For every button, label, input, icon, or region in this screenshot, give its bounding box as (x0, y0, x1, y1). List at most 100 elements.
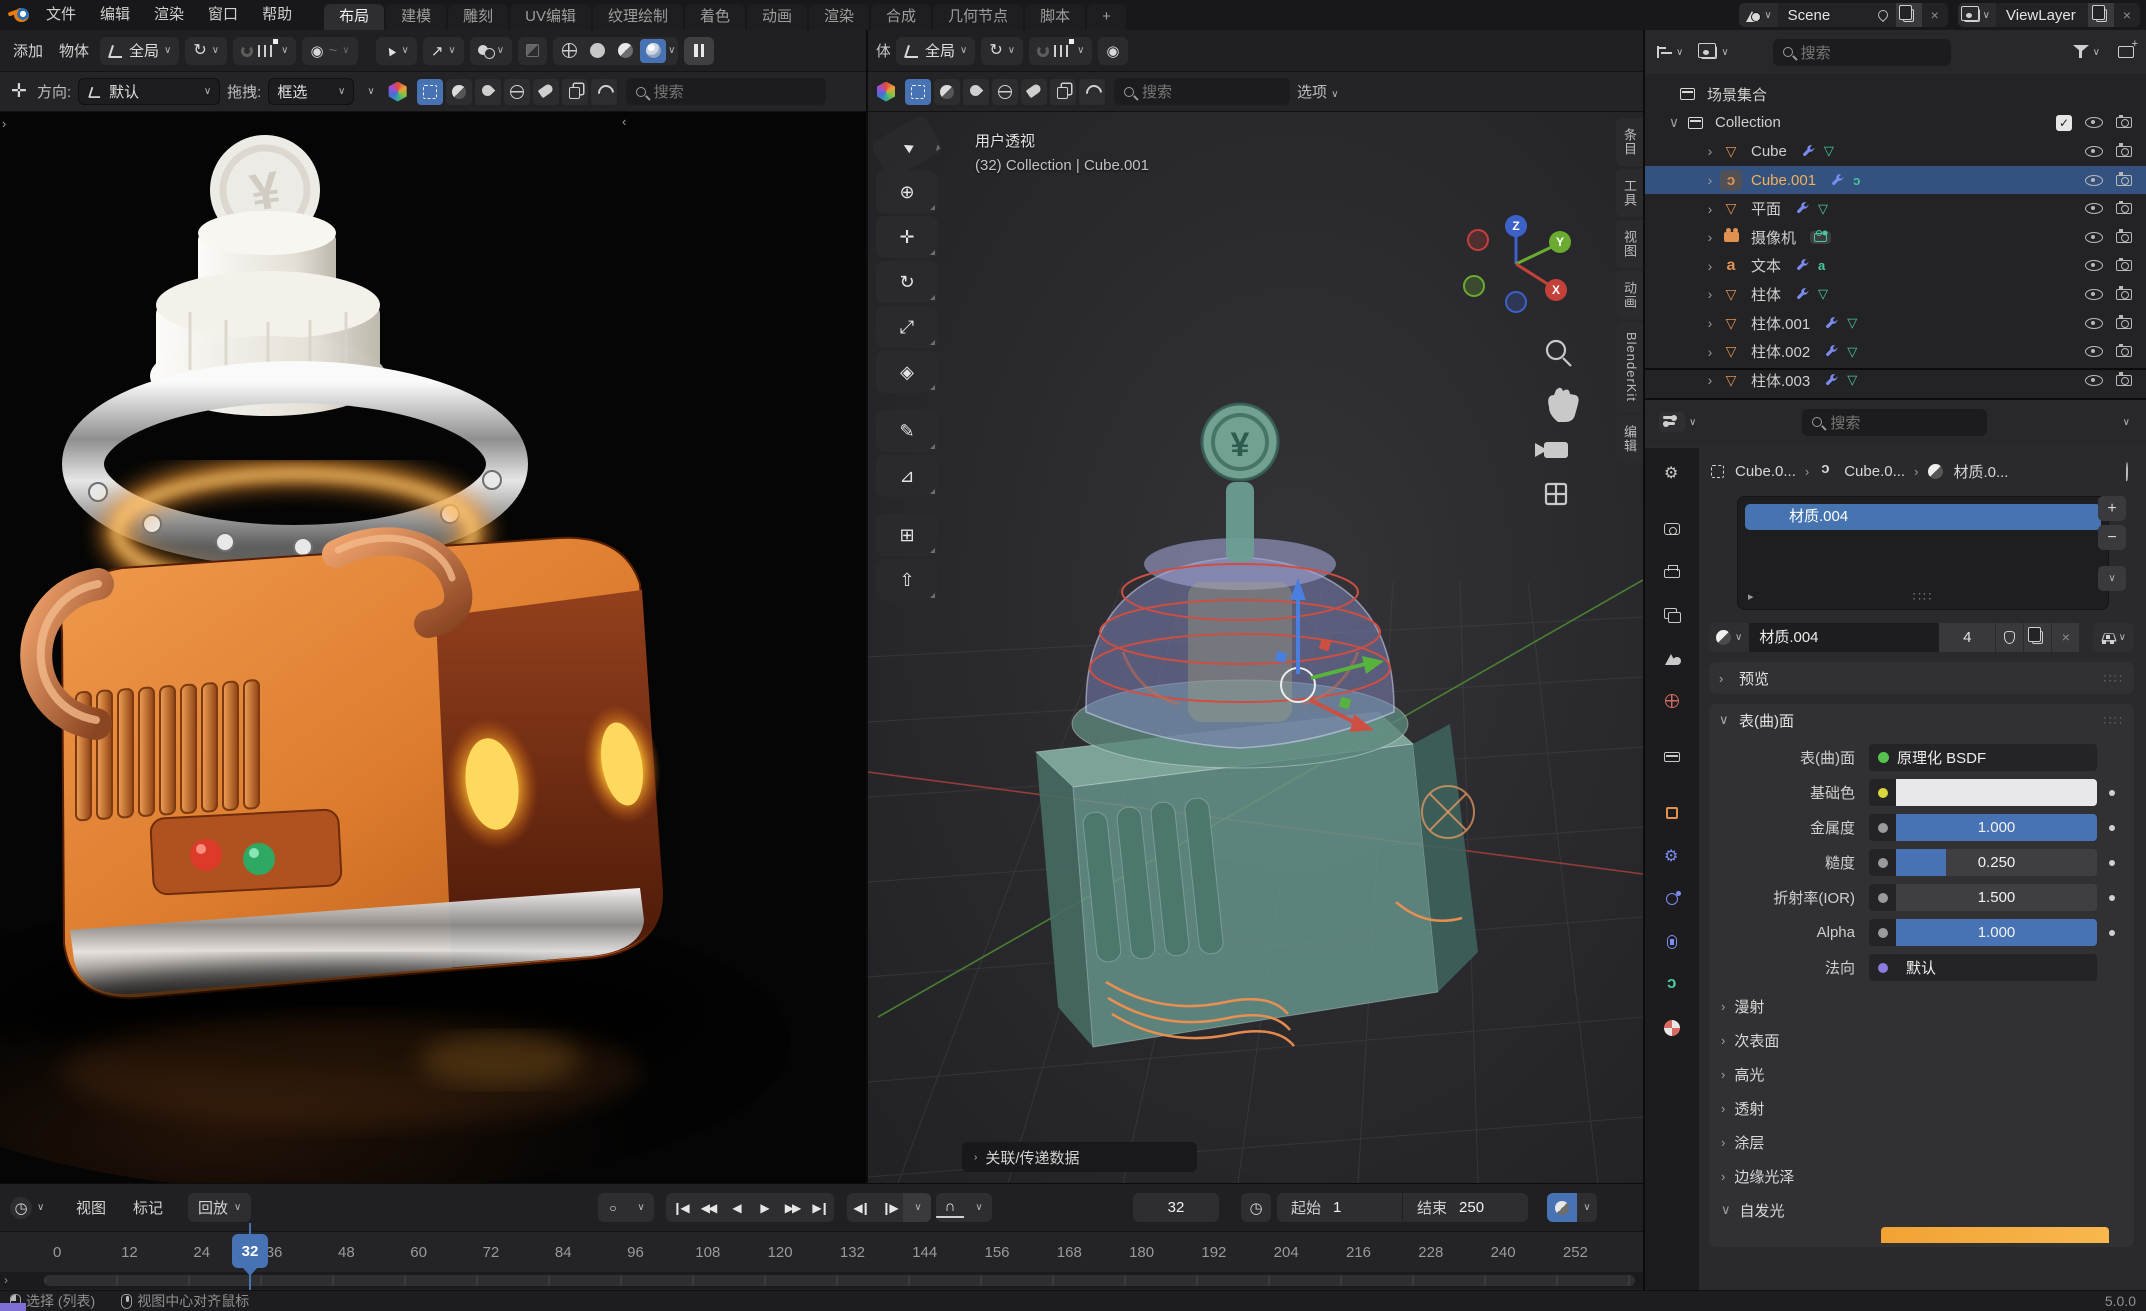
transform-orientation-dropdown[interactable]: 全局∨ (896, 37, 975, 65)
tool-button[interactable]: ⊕ (876, 171, 938, 213)
fake-user-shield-icon[interactable] (1996, 623, 2023, 652)
stopwatch-icon[interactable]: ◷ (1241, 1193, 1271, 1222)
pause-render-button[interactable] (684, 37, 714, 65)
tool-button[interactable]: ⊿ (876, 455, 938, 497)
value-slider[interactable]: 1.000 (1869, 814, 2097, 841)
blender-logo-icon[interactable] (8, 5, 34, 25)
object-name[interactable]: Cube.001 (1751, 172, 1816, 189)
workspace-tab[interactable]: 雕刻 (448, 4, 508, 30)
asset-type-button[interactable] (475, 79, 501, 105)
blenderkit-icon[interactable] (388, 82, 408, 102)
tool-button[interactable]: ↻ (876, 261, 938, 303)
subsection-header[interactable]: ›高光 (1709, 1057, 2134, 1091)
asset-type-button[interactable] (417, 79, 443, 105)
delete-scene-icon[interactable]: × (1922, 3, 1948, 27)
properties-tab[interactable] (1652, 645, 1692, 671)
expand-caret[interactable]: › (1703, 229, 1717, 245)
outliner-display-mode-dropdown[interactable]: ∨ (1651, 38, 1689, 66)
step-forward-button[interactable]: ❙▶ (875, 1193, 903, 1222)
material-slot-list[interactable]: 材质.004 ▸ ∷∷ (1737, 496, 2109, 610)
hide-viewport-icon[interactable] (2085, 375, 2103, 386)
outliner-row[interactable]: › ▽ ɔ a 柱体 ▽ ɔ (1645, 280, 2146, 309)
properties-tab[interactable] (1652, 516, 1692, 542)
properties-tab[interactable] (1652, 688, 1692, 714)
decorator-dot[interactable] (2109, 930, 2115, 936)
tool-button[interactable]: ◈ (876, 351, 938, 393)
tool-button[interactable]: ⊞ (876, 514, 938, 556)
decorator-dot[interactable] (2109, 790, 2115, 796)
disable-render-icon[interactable] (2116, 346, 2132, 357)
outliner-search-input[interactable]: 搜索 (1773, 39, 1951, 66)
tool-button[interactable]: ⇧ (876, 559, 938, 601)
material-users-count[interactable]: 4 (1939, 623, 1995, 652)
workspace-tab[interactable]: 合成 (871, 4, 931, 30)
subsection-header[interactable]: ›透射 (1709, 1091, 2134, 1125)
expand-caret[interactable]: › (1703, 315, 1717, 331)
breadcrumb-item[interactable]: Cube.0... › (1709, 463, 1809, 480)
outliner-row[interactable]: › ▽ ɔ a Cube ▽ ɔ (1645, 137, 2146, 166)
outliner-row[interactable]: › ▽ ɔ a 摄像机 ▽ ɔ (1645, 223, 2146, 252)
asset-type-button[interactable] (905, 79, 931, 105)
timeline-scrollbar[interactable] (44, 1275, 1635, 1286)
playback-button[interactable]: ◀ (722, 1193, 750, 1222)
hide-viewport-icon[interactable] (2085, 260, 2103, 271)
sidebar-tab[interactable]: 视图 (1616, 220, 1643, 268)
search-input[interactable]: 搜索 (626, 78, 826, 105)
menu-item[interactable]: 文件 (34, 0, 88, 30)
timeline-expand-icon[interactable]: › (4, 1273, 8, 1287)
auto-keyframe-button[interactable]: ○ (598, 1193, 626, 1222)
outliner-properties-splitter[interactable] (1645, 368, 2146, 370)
frame-end-field[interactable]: 结束250 (1403, 1193, 1528, 1222)
properties-options-chevron[interactable]: ∨ (2123, 417, 2130, 428)
playback-button[interactable]: ▶▶ (778, 1193, 806, 1222)
blenderkit-icon[interactable] (876, 82, 896, 102)
scene-icon[interactable]: ∨ (1739, 3, 1777, 27)
hide-viewport-icon[interactable] (2085, 346, 2103, 357)
hide-viewport-icon[interactable] (2085, 203, 2103, 214)
properties-tab[interactable] (1652, 559, 1692, 585)
timeline-marker-menu[interactable]: 标记 (133, 1197, 163, 1218)
workspace-tab[interactable]: 脚本 (1025, 4, 1085, 30)
preview-range-icon[interactable]: ∩ (936, 1196, 964, 1218)
subsection-header[interactable]: ›涂层 (1709, 1125, 2134, 1159)
workspace-tab[interactable]: 建模 (386, 4, 446, 30)
timeline-shading-chevron[interactable]: ∨ (1577, 1193, 1597, 1222)
tool-button[interactable]: ✎ (876, 410, 938, 452)
workspace-tab[interactable]: 几何节点 (933, 4, 1023, 30)
expand-caret[interactable]: › (1703, 201, 1717, 217)
hide-viewport-icon[interactable] (2085, 318, 2103, 329)
object-name[interactable]: 柱体.003 (1751, 370, 1810, 391)
object-name[interactable]: 场景集合 (1707, 84, 1767, 105)
remove-slot-button[interactable]: − (2098, 525, 2126, 550)
asset-type-button[interactable] (591, 79, 617, 105)
preview-panel[interactable]: ›预览 ∷∷ (1709, 662, 2134, 694)
viewlayer-name[interactable]: ViewLayer (1996, 7, 2088, 24)
properties-tab[interactable] (1652, 602, 1692, 628)
properties-tab[interactable] (1652, 972, 1692, 998)
object-name[interactable]: 柱体.001 (1751, 313, 1810, 334)
sidebar-collapse-icon[interactable]: ‹ (622, 114, 626, 129)
object-name[interactable]: Collection (1715, 114, 1781, 131)
preview-range-chevron[interactable]: ∨ (964, 1193, 992, 1222)
sidebar-tab[interactable]: 编辑 (1616, 415, 1643, 463)
proportional-editing-group[interactable]: ◉ ~∨ (302, 37, 357, 65)
asset-type-button[interactable] (533, 79, 559, 105)
properties-tab[interactable] (1652, 843, 1692, 869)
disable-render-icon[interactable] (2116, 318, 2132, 329)
asset-type-button[interactable] (446, 79, 472, 105)
workspace-tab[interactable]: + (1087, 4, 1126, 30)
object-name[interactable]: Cube (1751, 143, 1787, 160)
slot-specials-button[interactable]: ∨ (2098, 566, 2126, 591)
timeline-shading-button[interactable] (1547, 1193, 1577, 1222)
header-expand-icon[interactable]: › (2, 116, 6, 131)
asset-type-button[interactable] (1021, 79, 1047, 105)
expand-caret[interactable]: › (1703, 286, 1717, 302)
new-material-copy-icon[interactable] (2024, 623, 2051, 652)
playback-button[interactable]: ◀◀ (694, 1193, 722, 1222)
new-collection-button[interactable] (2112, 38, 2140, 66)
subsection-header[interactable]: ›次表面 (1709, 1023, 2134, 1057)
sidebar-tab[interactable]: 动画 (1616, 271, 1643, 319)
delete-viewlayer-icon[interactable]: × (2114, 3, 2140, 27)
decorator-dot[interactable] (2109, 895, 2115, 901)
playback-button[interactable]: ▶❙ (806, 1193, 834, 1222)
